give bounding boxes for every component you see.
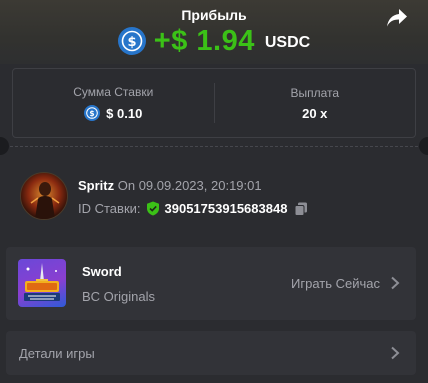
user-info-text: Spritz On 09.09.2023, 20:19:01 ID Ставки… — [78, 172, 308, 222]
bet-date: On 09.09.2023, 20:19:01 — [117, 178, 262, 193]
game-provider: BC Originals — [82, 289, 155, 304]
profit-amount: +$ 1.94 — [153, 24, 255, 57]
user-line: Spritz On 09.09.2023, 20:19:01 — [78, 178, 308, 193]
game-card[interactable]: Sword BC Originals Играть Сейчас — [6, 247, 416, 320]
payout-value: 20 x — [302, 105, 328, 121]
bet-user-info: Spritz On 09.09.2023, 20:19:01 ID Ставки… — [20, 172, 308, 222]
profit-amount-row: $ +$ 1.94 USDC — [0, 25, 428, 57]
svg-text:$: $ — [90, 109, 95, 118]
ticket-separator — [0, 146, 428, 147]
profit-currency: USDC — [264, 33, 311, 51]
avatar[interactable] — [20, 172, 68, 220]
usdc-icon: $ — [117, 27, 146, 55]
payout-stat: Выплата 20 x — [215, 69, 416, 137]
bet-amount-value: $ 0.10 — [106, 105, 143, 121]
bet-amount-label: Сумма Ставки — [73, 85, 154, 99]
game-name: Sword — [82, 264, 122, 279]
svg-text:$: $ — [127, 35, 136, 50]
chevron-right-icon[interactable] — [390, 276, 400, 290]
bet-id-line: ID Ставки: 39051753915683848 — [78, 201, 308, 216]
usdc-icon: $ — [84, 105, 101, 121]
play-now-button[interactable]: Играть Сейчас — [291, 276, 380, 291]
profit-title: Прибыль — [181, 7, 247, 23]
bet-amount-value-row: $ $ 0.10 — [84, 105, 142, 121]
bet-id-label: ID Ставки: — [78, 201, 141, 216]
bet-stats-panel: Сумма Ставки $ $ 0.10 Выплата 20 x — [12, 68, 416, 138]
ticket-notch-right — [419, 137, 428, 155]
copy-icon[interactable] — [294, 202, 308, 216]
username[interactable]: Spritz — [78, 178, 114, 193]
bet-id-value: 39051753915683848 — [164, 201, 288, 216]
payout-label: Выплата — [290, 85, 340, 100]
sword-game-logo-icon — [24, 263, 60, 301]
game-details-row[interactable]: Детали игры — [6, 331, 416, 375]
avatar-figure-icon — [30, 182, 60, 219]
ticket-notch-left — [0, 137, 9, 155]
game-thumbnail[interactable] — [18, 259, 66, 307]
chevron-right-icon[interactable] — [390, 346, 400, 360]
verified-shield-icon — [146, 201, 159, 216]
profit-header: Прибыль $ +$ 1.94 USDC — [0, 0, 428, 64]
game-details-label: Детали игры — [19, 346, 95, 361]
bet-amount-stat: Сумма Ставки $ $ 0.10 — [13, 69, 214, 137]
